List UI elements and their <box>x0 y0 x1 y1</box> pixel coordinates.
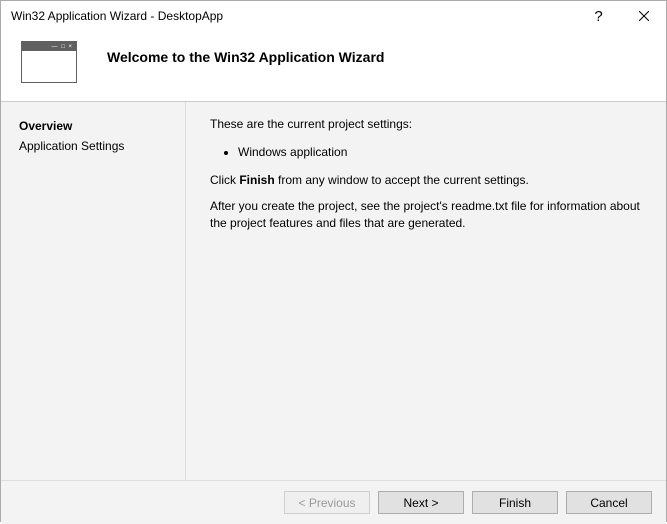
close-icon <box>639 11 649 21</box>
finish-button[interactable]: Finish <box>472 491 558 514</box>
instruction-pre: Click <box>210 173 239 187</box>
wizard-header: — □ × Welcome to the Win32 Application W… <box>1 31 666 102</box>
titlebar-controls: ? <box>576 1 666 31</box>
titlebar: Win32 Application Wizard - DesktopApp ? <box>1 1 666 31</box>
page-title: Welcome to the Win32 Application Wizard <box>107 49 646 65</box>
sidebar-item-application-settings[interactable]: Application Settings <box>1 136 185 156</box>
intro-text: These are the current project settings: <box>210 116 642 133</box>
window-title: Win32 Application Wizard - DesktopApp <box>11 9 576 23</box>
help-button[interactable]: ? <box>576 1 621 31</box>
sidebar: Overview Application Settings <box>1 102 186 480</box>
note-text: After you create the project, see the pr… <box>210 198 642 232</box>
previous-button: < Previous <box>284 491 370 514</box>
next-button[interactable]: Next > <box>378 491 464 514</box>
wizard-window-icon: — □ × <box>21 41 77 83</box>
content-area: These are the current project settings: … <box>186 102 666 480</box>
cancel-button[interactable]: Cancel <box>566 491 652 514</box>
close-button[interactable] <box>621 1 666 31</box>
instruction-text: Click Finish from any window to accept t… <box>210 172 642 189</box>
instruction-post: from any window to accept the current se… <box>275 173 529 187</box>
wizard-footer: < Previous Next > Finish Cancel <box>1 480 666 524</box>
settings-list: Windows application <box>210 143 642 162</box>
header-text: Welcome to the Win32 Application Wizard <box>107 41 646 83</box>
list-item: Windows application <box>238 143 642 162</box>
instruction-bold: Finish <box>239 173 274 187</box>
wizard-body: Overview Application Settings These are … <box>1 102 666 480</box>
sidebar-item-overview[interactable]: Overview <box>1 116 185 136</box>
